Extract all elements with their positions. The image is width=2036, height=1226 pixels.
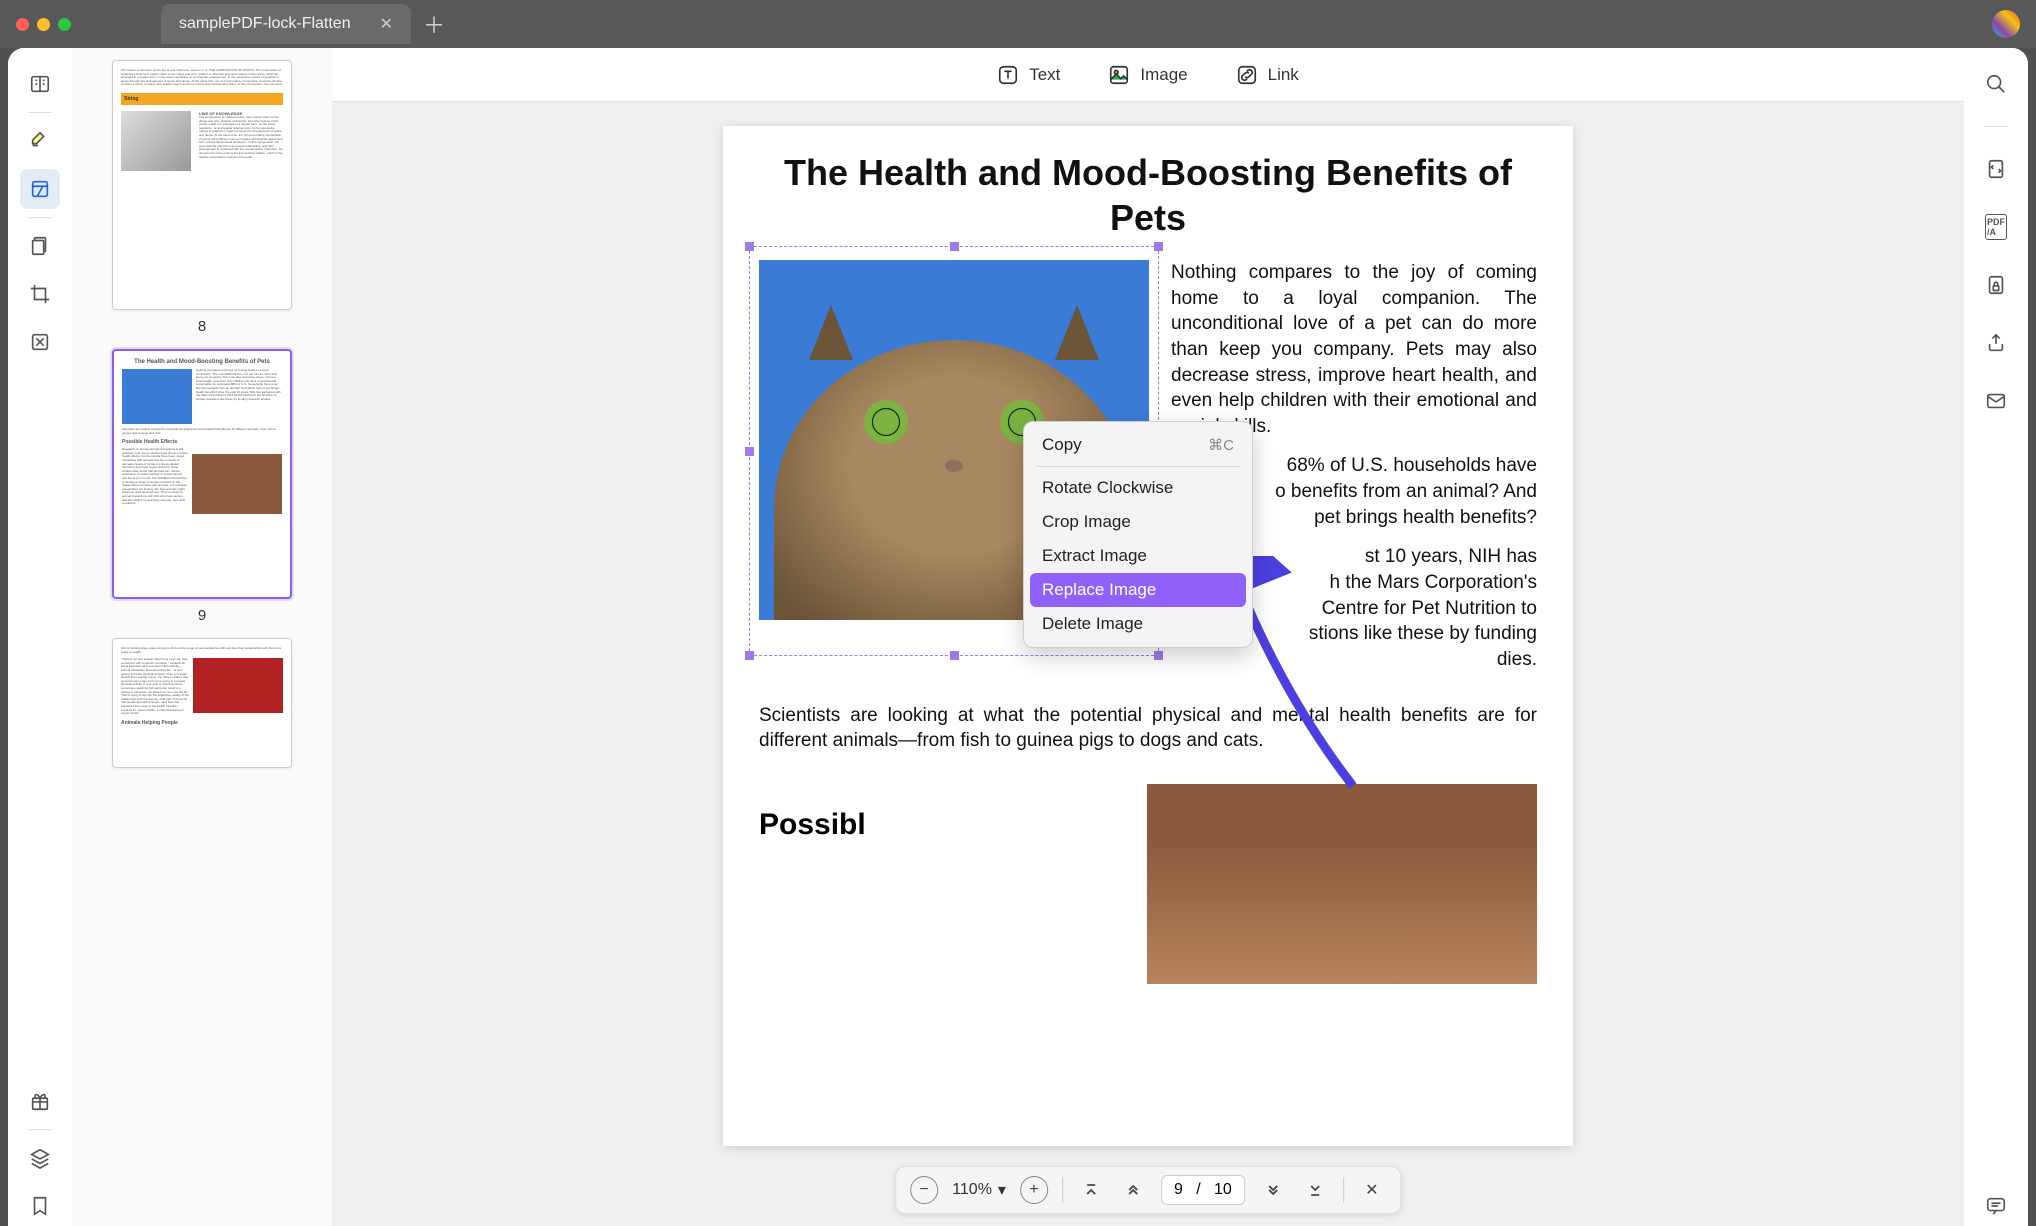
layers-button[interactable]: [20, 1138, 60, 1178]
menu-rotate-clockwise[interactable]: Rotate Clockwise: [1030, 471, 1246, 505]
pdfa-button[interactable]: PDF/A: [1976, 207, 2016, 247]
zoom-in-button[interactable]: +: [1020, 1176, 1048, 1204]
image-label: Image: [1140, 65, 1187, 85]
edit-toolbar: Text Image Link: [332, 48, 1964, 102]
paragraph-4: Scientists are looking at what the poten…: [759, 703, 1537, 754]
convert-button[interactable]: [1976, 149, 2016, 189]
crop-tool-button[interactable]: [20, 274, 60, 314]
pages-tool-button[interactable]: [20, 226, 60, 266]
text-label: Text: [1029, 65, 1060, 85]
menu-copy[interactable]: Copy ⌘C: [1030, 428, 1246, 462]
link-label: Link: [1268, 65, 1299, 85]
left-toolbar: [8, 48, 72, 1226]
chevron-down-icon: ▾: [998, 1180, 1006, 1200]
view-controls-bar: − 110% ▾ + 9 / 10 ✕: [895, 1166, 1401, 1214]
dog-image: [1147, 784, 1537, 984]
previous-page-button[interactable]: [1119, 1176, 1147, 1204]
gift-button[interactable]: [20, 1081, 60, 1121]
para3-e: dies.: [1171, 647, 1537, 673]
last-page-button[interactable]: [1301, 1176, 1329, 1204]
user-avatar[interactable]: [1992, 10, 2020, 38]
comment-button[interactable]: [1976, 1186, 2016, 1226]
main-area: Text Image Link The Health and Mood-Boos…: [332, 48, 1964, 1226]
new-tab-button[interactable]: ＋: [423, 8, 445, 40]
bookmark-button[interactable]: [20, 1186, 60, 1226]
menu-extract-image[interactable]: Extract Image: [1030, 539, 1246, 573]
minimize-window-button[interactable]: [37, 18, 50, 31]
email-button[interactable]: [1976, 381, 2016, 421]
thumbnail-page-9[interactable]: The Health and Mood-Boosting Benefits of…: [112, 349, 292, 599]
document-viewer[interactable]: The Health and Mood-Boosting Benefits of…: [332, 102, 1964, 1226]
document-tab[interactable]: samplePDF-lock-Flatten ✕: [161, 4, 411, 44]
thumbnail-number: 8: [198, 318, 206, 335]
subheading-possible: Possibl: [759, 808, 866, 842]
copy-shortcut: ⌘C: [1208, 436, 1234, 454]
document-heading: The Health and Mood-Boosting Benefits of…: [759, 150, 1537, 240]
maximize-window-button[interactable]: [58, 18, 71, 31]
share-button[interactable]: [1976, 323, 2016, 363]
menu-replace-image[interactable]: Replace Image: [1030, 573, 1246, 607]
menu-delete-image[interactable]: Delete Image: [1030, 607, 1246, 641]
titlebar: samplePDF-lock-Flatten ✕ ＋: [0, 0, 2036, 48]
zoom-out-button[interactable]: −: [910, 1176, 938, 1204]
page-indicator[interactable]: 9 / 10: [1161, 1175, 1245, 1205]
search-button[interactable]: [1976, 64, 2016, 104]
close-bar-button[interactable]: ✕: [1358, 1176, 1386, 1204]
menu-crop-image[interactable]: Crop Image: [1030, 505, 1246, 539]
image-context-menu: Copy ⌘C Rotate Clockwise Crop Image Extr…: [1023, 421, 1253, 648]
close-window-button[interactable]: [16, 18, 29, 31]
paragraph-1: Nothing compares to the joy of coming ho…: [1171, 260, 1537, 439]
highlight-tool-button[interactable]: [20, 121, 60, 161]
zoom-level-dropdown[interactable]: 110% ▾: [952, 1180, 1006, 1200]
window-controls: [16, 18, 71, 31]
redact-tool-button[interactable]: [20, 322, 60, 362]
tab-title: samplePDF-lock-Flatten: [179, 15, 351, 33]
thumbnail-page-10[interactable]: NIH is funding large-scale surveys to fi…: [112, 638, 292, 768]
close-tab-button[interactable]: ✕: [380, 14, 393, 34]
thumb8-string-label: String: [121, 93, 283, 105]
thumbnail-number: 9: [198, 607, 206, 624]
pdf-page: The Health and Mood-Boosting Benefits of…: [723, 126, 1573, 1146]
right-toolbar: PDF/A: [1964, 48, 2028, 1226]
add-link-button[interactable]: Link: [1236, 64, 1299, 86]
thumbnail-panel: information of two lines, at the top or …: [72, 48, 332, 1226]
next-page-button[interactable]: [1259, 1176, 1287, 1204]
thumbnail-page-8[interactable]: information of two lines, at the top or …: [112, 60, 292, 310]
add-text-button[interactable]: Text: [997, 64, 1060, 86]
reader-view-button[interactable]: [20, 64, 60, 104]
edit-tool-button[interactable]: [20, 169, 60, 209]
add-image-button[interactable]: Image: [1108, 64, 1187, 86]
first-page-button[interactable]: [1077, 1176, 1105, 1204]
secure-button[interactable]: [1976, 265, 2016, 305]
